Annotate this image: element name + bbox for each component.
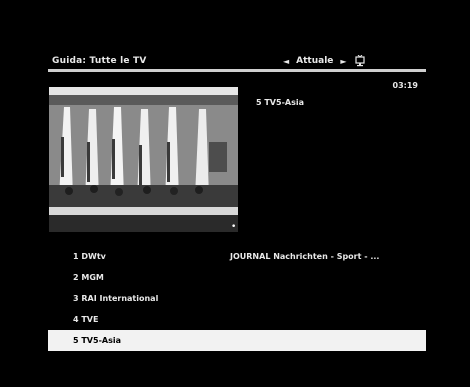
channel-name: 4 TVE — [73, 315, 99, 324]
guide-nav: ◄ Attuale ► — [283, 54, 366, 67]
nav-right-arrow[interactable]: ► — [340, 57, 346, 66]
tv-guide-screen: Guida: Tutte le TV ◄ Attuale ► 03:19 • 5… — [0, 0, 470, 387]
header-divider — [48, 69, 426, 72]
channel-row[interactable]: 4 TVE — [48, 309, 426, 330]
current-channel-label: 5 TV5-Asia — [256, 98, 304, 107]
guide-title: Guida: Tutte le TV — [52, 56, 147, 66]
channel-name: 5 TV5-Asia — [73, 336, 121, 345]
channel-row-selected[interactable]: 5 TV5-Asia — [48, 330, 426, 351]
channel-row[interactable]: 3 RAI International — [48, 288, 426, 309]
preview-image: • — [49, 87, 238, 232]
nav-left-arrow[interactable]: ◄ — [283, 57, 289, 66]
channel-name: 3 RAI International — [73, 294, 159, 303]
clock: 03:19 — [392, 81, 418, 90]
channel-name: 2 MGM — [73, 273, 104, 282]
tv-guide-icon — [354, 54, 366, 67]
channel-row[interactable]: 1 DWtv JOURNAL Nachrichten - Sport - ... — [48, 246, 426, 267]
channel-name: 1 DWtv — [73, 252, 106, 261]
channel-program: JOURNAL Nachrichten - Sport - ... — [230, 252, 380, 261]
svg-text:•: • — [231, 222, 236, 232]
nav-filter-label[interactable]: Attuale — [296, 56, 333, 66]
channel-list: 1 DWtv JOURNAL Nachrichten - Sport - ...… — [48, 246, 426, 351]
channel-preview-video: • — [49, 87, 238, 232]
channel-row[interactable]: 2 MGM — [48, 267, 426, 288]
